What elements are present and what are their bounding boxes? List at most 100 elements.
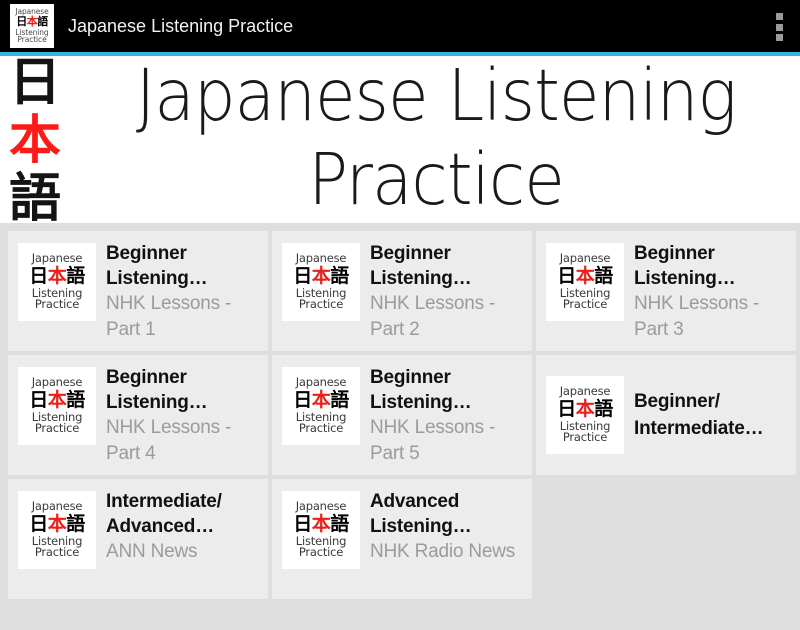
- lesson-card-subtitle: NHK Lessons - Part 2: [370, 291, 524, 343]
- lesson-card-subtitle: NHK Lessons - Part 3: [634, 291, 788, 343]
- thumb-kanji: 日本語: [293, 391, 349, 410]
- thumb-word-japanese: Japanese: [296, 253, 347, 265]
- lesson-card-title: Beginner Listening…: [370, 365, 524, 415]
- lesson-card[interactable]: Japanese 日本語 Listening Practice Beginner…: [272, 355, 532, 475]
- action-bar: Japanese 日本語 Listening Practice Japanese…: [0, 0, 800, 52]
- thumb-kanji-hon: 本: [576, 265, 595, 287]
- app-icon-word-japanese: Japanese: [15, 8, 48, 16]
- thumb-kanji: 日本語: [557, 400, 613, 419]
- thumb-word-japanese: Japanese: [560, 386, 611, 398]
- thumb-kanji-go: 語: [594, 398, 613, 420]
- thumb-word-practice: Practice: [35, 547, 79, 559]
- thumb-word-practice: Practice: [299, 299, 343, 311]
- banner-title-line-1: Japanese Listening: [72, 56, 800, 138]
- thumb-word-japanese: Japanese: [32, 377, 83, 389]
- lesson-card-subtitle: NHK Lessons - Part 5: [370, 415, 524, 467]
- banner-kanji-logo: 日 本 語: [4, 56, 66, 223]
- thumb-word-japanese: Japanese: [296, 377, 347, 389]
- banner-kanji-nichi: 日: [4, 56, 66, 112]
- lesson-card-title: Beginner/ Intermediate…: [634, 388, 788, 442]
- thumb-kanji-nichi: 日: [293, 389, 312, 411]
- lesson-card-text: Beginner Listening… NHK Lessons - Part 4: [106, 365, 260, 467]
- app-icon-word-practice: Practice: [17, 36, 46, 44]
- lesson-card[interactable]: Japanese 日本語 Listening Practice Intermed…: [8, 479, 268, 599]
- thumb-word-practice: Practice: [35, 299, 79, 311]
- thumb-word-practice: Practice: [35, 423, 79, 435]
- lesson-card-text: Beginner Listening… NHK Lessons - Part 3: [634, 241, 788, 343]
- lesson-card-text: Beginner Listening… NHK Lessons - Part 2: [370, 241, 524, 343]
- thumb-kanji-go: 語: [594, 265, 613, 287]
- lesson-card-title: Beginner Listening…: [370, 241, 524, 291]
- lesson-card-subtitle: ANN News: [106, 539, 260, 565]
- thumb-kanji-go: 語: [66, 513, 85, 535]
- lesson-card[interactable]: Japanese 日本語 Listening Practice Beginner…: [536, 355, 796, 475]
- lesson-thumbnail: Japanese 日本語 Listening Practice: [282, 491, 360, 569]
- thumb-word-japanese: Japanese: [32, 253, 83, 265]
- lesson-card[interactable]: Japanese 日本語 Listening Practice Beginner…: [536, 231, 796, 351]
- thumb-kanji-nichi: 日: [557, 265, 576, 287]
- thumb-kanji-hon: 本: [576, 398, 595, 420]
- lesson-thumbnail: Japanese 日本語 Listening Practice: [282, 367, 360, 445]
- thumb-kanji: 日本語: [557, 267, 613, 286]
- lesson-card[interactable]: Japanese 日本語 Listening Practice Beginner…: [8, 231, 268, 351]
- thumb-word-japanese: Japanese: [296, 501, 347, 513]
- thumb-kanji-go: 語: [330, 389, 349, 411]
- overflow-dot-1: [776, 13, 783, 20]
- thumb-kanji-nichi: 日: [29, 389, 48, 411]
- lesson-card-title: Intermediate/ Advanced…: [106, 489, 260, 539]
- thumb-kanji-go: 語: [66, 389, 85, 411]
- lesson-card-title: Beginner Listening…: [106, 241, 260, 291]
- thumb-kanji-nichi: 日: [557, 398, 576, 420]
- thumb-kanji-hon: 本: [48, 265, 67, 287]
- app-banner: 日 本 語 Japanese Listening Practice: [0, 56, 800, 223]
- lesson-thumbnail: Japanese 日本語 Listening Practice: [18, 243, 96, 321]
- lesson-grid: Japanese 日本語 Listening Practice Beginner…: [0, 223, 800, 630]
- app-icon: Japanese 日本語 Listening Practice: [10, 4, 54, 48]
- lesson-thumbnail: Japanese 日本語 Listening Practice: [546, 243, 624, 321]
- lesson-card-title: Beginner Listening…: [634, 241, 788, 291]
- thumb-kanji-nichi: 日: [293, 513, 312, 535]
- lesson-card-text: Advanced Listening… NHK Radio News: [370, 489, 524, 565]
- overflow-menu-icon[interactable]: [774, 13, 784, 41]
- lesson-card-text: Beginner Listening… NHK Lessons - Part 1: [106, 241, 260, 343]
- thumb-word-practice: Practice: [563, 299, 607, 311]
- app-icon-kanji-hon: 本: [27, 16, 38, 28]
- lesson-card-text: Intermediate/ Advanced… ANN News: [106, 489, 260, 565]
- lesson-thumbnail: Japanese 日本語 Listening Practice: [546, 376, 624, 454]
- banner-title-line-2: Practice: [72, 138, 800, 222]
- thumb-kanji: 日本語: [293, 515, 349, 534]
- thumb-word-practice: Practice: [299, 423, 343, 435]
- action-bar-title: Japanese Listening Practice: [68, 16, 293, 37]
- lesson-card-title: Beginner Listening…: [106, 365, 260, 415]
- thumb-kanji-hon: 本: [312, 389, 331, 411]
- thumb-kanji: 日本語: [29, 267, 85, 286]
- thumb-word-practice: Practice: [299, 547, 343, 559]
- lesson-card-subtitle: NHK Lessons - Part 1: [106, 291, 260, 343]
- banner-title: Japanese Listening Practice: [72, 56, 800, 222]
- lesson-card[interactable]: Japanese 日本語 Listening Practice Beginner…: [8, 355, 268, 475]
- thumb-kanji: 日本語: [29, 391, 85, 410]
- lesson-card-text: Beginner/ Intermediate…: [634, 388, 788, 442]
- lesson-card[interactable]: Japanese 日本語 Listening Practice Advanced…: [272, 479, 532, 599]
- thumb-kanji-hon: 本: [48, 513, 67, 535]
- overflow-dot-2: [776, 24, 783, 31]
- thumb-kanji-hon: 本: [312, 513, 331, 535]
- thumb-kanji-go: 語: [66, 265, 85, 287]
- thumb-word-practice: Practice: [563, 432, 607, 444]
- thumb-kanji-nichi: 日: [29, 513, 48, 535]
- lesson-card[interactable]: Japanese 日本語 Listening Practice Beginner…: [272, 231, 532, 351]
- lesson-thumbnail: Japanese 日本語 Listening Practice: [282, 243, 360, 321]
- lesson-card-subtitle: NHK Lessons - Part 4: [106, 415, 260, 467]
- thumb-kanji: 日本語: [293, 267, 349, 286]
- thumb-kanji-nichi: 日: [293, 265, 312, 287]
- overflow-dot-3: [776, 34, 783, 41]
- app-icon-kanji-go: 語: [37, 16, 48, 28]
- lesson-thumbnail: Japanese 日本語 Listening Practice: [18, 367, 96, 445]
- thumb-kanji: 日本語: [29, 515, 85, 534]
- thumb-kanji-nichi: 日: [29, 265, 48, 287]
- thumb-kanji-go: 語: [330, 265, 349, 287]
- app-icon-kanji: 日本語: [16, 17, 48, 28]
- lesson-card-text: Beginner Listening… NHK Lessons - Part 5: [370, 365, 524, 467]
- lesson-thumbnail: Japanese 日本語 Listening Practice: [18, 491, 96, 569]
- lesson-card-subtitle: NHK Radio News: [370, 539, 524, 565]
